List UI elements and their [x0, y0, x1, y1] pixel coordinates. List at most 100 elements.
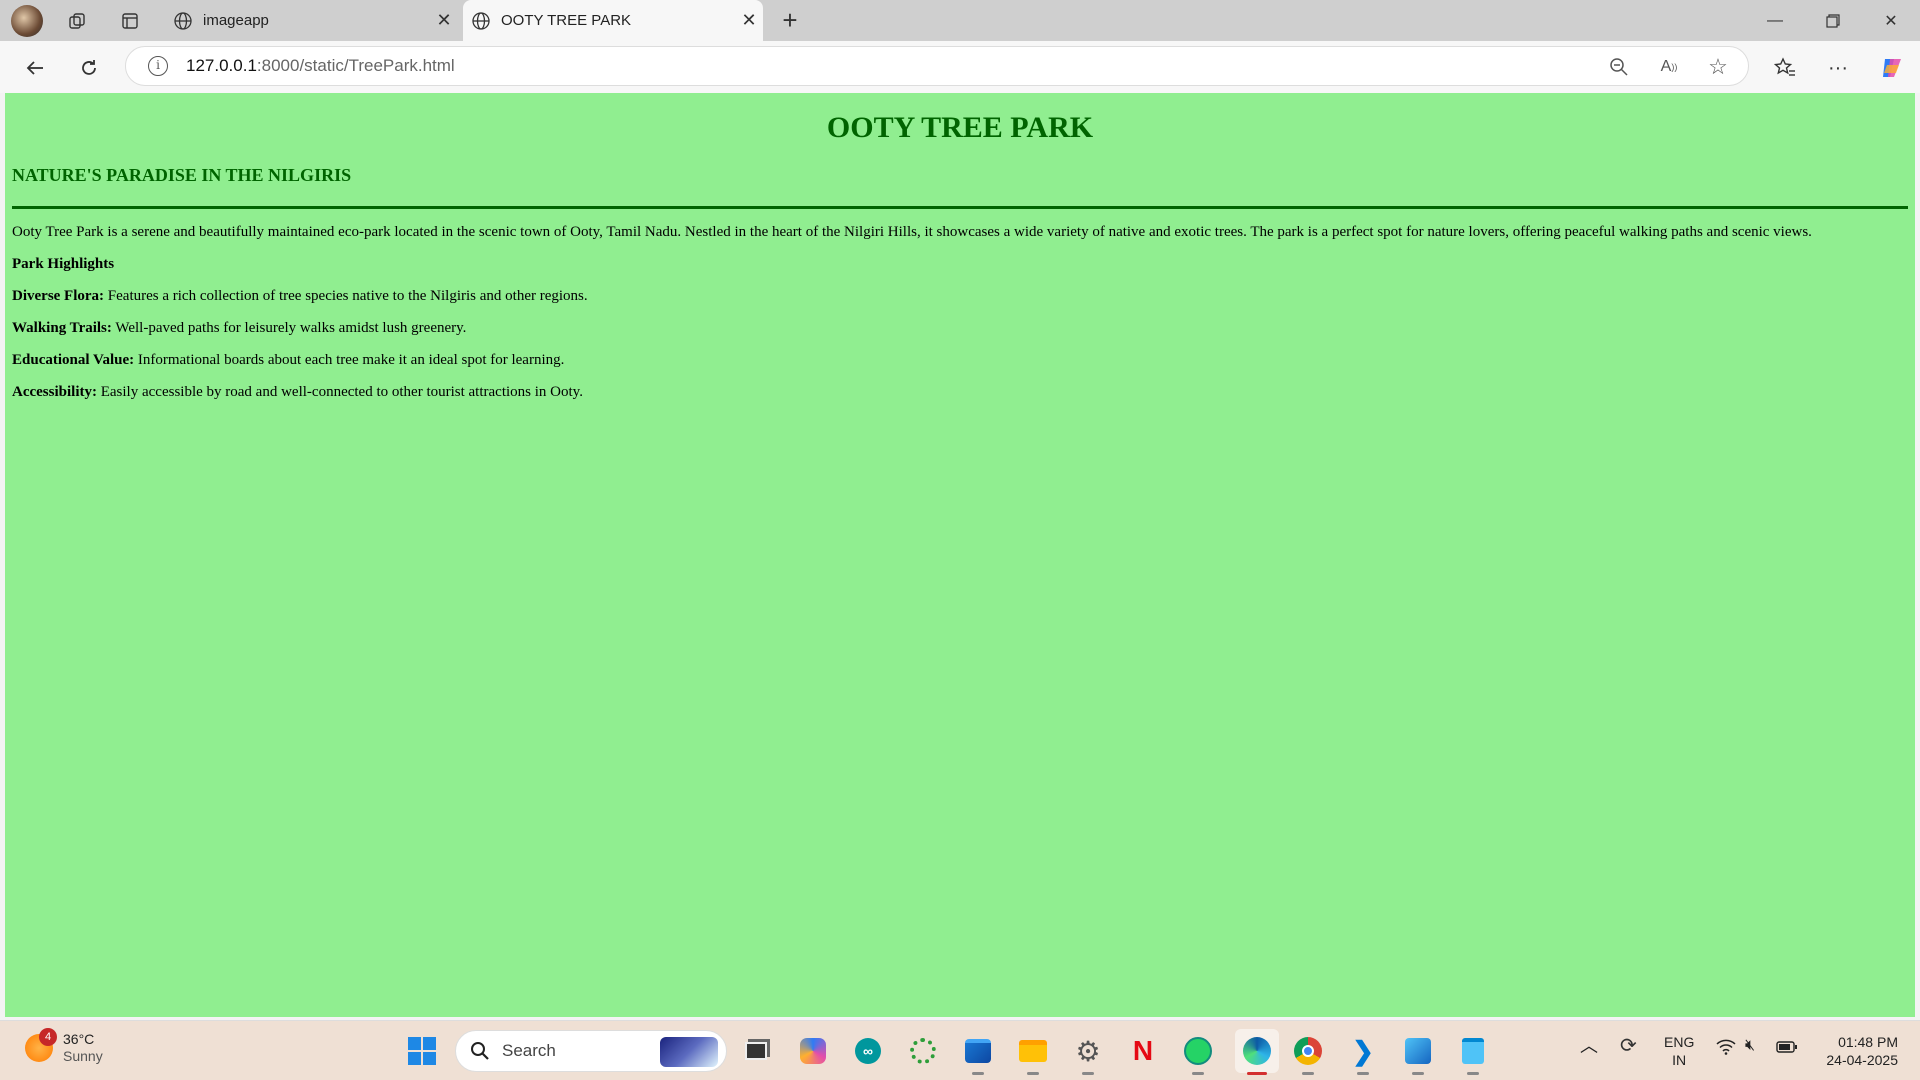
- running-indicator: [1192, 1072, 1204, 1075]
- page-subtitle: NATURE'S PARADISE IN THE NILGIRIS: [12, 165, 352, 185]
- paint-app[interactable]: [1400, 1033, 1436, 1075]
- clock-date: 24-04-2025: [1826, 1052, 1898, 1068]
- vscode-app[interactable]: ❯: [1345, 1033, 1381, 1075]
- url-field[interactable]: i 127.0.0.1:8000/static/TreePark.html A)…: [125, 46, 1749, 86]
- globe-icon: [472, 11, 490, 30]
- highlights-heading: Park Highlights: [12, 255, 1908, 273]
- workspaces-icon[interactable]: [62, 6, 92, 36]
- gear-icon: ⚙: [1075, 1035, 1101, 1067]
- search-highlight-image: [660, 1037, 718, 1067]
- copilot-button[interactable]: [1877, 53, 1907, 83]
- highlight-label: Diverse Flora:: [12, 288, 105, 304]
- address-bar-row: i 127.0.0.1:8000/static/TreePark.html A)…: [0, 41, 1920, 93]
- show-hidden-icons-button[interactable]: ︿: [1580, 1037, 1598, 1055]
- running-indicator: [1027, 1072, 1039, 1075]
- notepad-app[interactable]: [1455, 1033, 1491, 1075]
- globe-icon: [174, 11, 192, 30]
- running-indicator: [1467, 1072, 1479, 1075]
- web-page: OOTY TREE PARK NATURE'S PARADISE IN THE …: [5, 93, 1915, 1017]
- intro-paragraph: Ooty Tree Park is a serene and beautiful…: [12, 224, 1812, 240]
- taskbar-search[interactable]: Search: [455, 1030, 727, 1072]
- whatsapp-app[interactable]: [1180, 1033, 1216, 1075]
- loader-app[interactable]: [905, 1033, 941, 1069]
- highlight-label: Walking Trails:: [12, 320, 112, 336]
- highlights-heading-text: Park Highlights: [12, 256, 115, 272]
- url-text[interactable]: 127.0.0.1:8000/static/TreePark.html: [186, 56, 455, 76]
- more-options-button[interactable]: ···: [1823, 53, 1853, 83]
- clock-time: 01:48 PM: [1838, 1034, 1898, 1050]
- folder-icon: [1019, 1040, 1047, 1062]
- zoom-out-icon[interactable]: [1607, 55, 1631, 79]
- copilot-icon: [800, 1038, 826, 1064]
- battery-icon[interactable]: [1776, 1040, 1798, 1058]
- netflix-app[interactable]: N: [1125, 1033, 1161, 1069]
- edge-app[interactable]: [1235, 1029, 1279, 1075]
- vscode-icon: ❯: [1352, 1035, 1374, 1066]
- taskbar: 4 36°C Sunny Search ∞ ⚙ N ❯ ︿ ⟳ ENG IN 🔇…: [0, 1020, 1920, 1080]
- url-path: :8000/static/TreePark.html: [256, 56, 455, 75]
- weather-condition: Sunny: [63, 1048, 103, 1064]
- arduino-app[interactable]: ∞: [850, 1033, 886, 1069]
- file-explorer-app[interactable]: [1015, 1033, 1051, 1075]
- tab-title: OOTY TREE PARK: [501, 12, 632, 29]
- running-indicator: [1302, 1072, 1314, 1075]
- divider: [12, 206, 1908, 209]
- region-code: IN: [1672, 1052, 1687, 1068]
- site-info-icon[interactable]: i: [148, 56, 168, 76]
- close-tab-icon[interactable]: ✕: [430, 10, 458, 31]
- chrome-app[interactable]: [1290, 1033, 1326, 1075]
- notification-badge: 4: [39, 1028, 57, 1046]
- highlight-item: Educational Value: Informational boards …: [12, 351, 1908, 369]
- tab-actions-icon[interactable]: [115, 6, 145, 36]
- paint-icon: [1405, 1038, 1431, 1064]
- chrome-icon: [1294, 1037, 1322, 1065]
- windows-logo-icon: [408, 1037, 436, 1065]
- new-tab-button[interactable]: +: [775, 6, 805, 36]
- favorites-button[interactable]: [1770, 53, 1800, 83]
- highlight-label: Educational Value:: [12, 352, 135, 368]
- minimize-button[interactable]: —: [1747, 0, 1803, 41]
- restore-button[interactable]: [1805, 0, 1861, 41]
- netflix-icon: N: [1132, 1035, 1154, 1066]
- browser-title-bar: imageapp ✕ OOTY TREE PARK ✕ + — ✕: [0, 0, 1920, 41]
- arduino-icon: ∞: [855, 1038, 881, 1064]
- running-indicator: [1412, 1072, 1424, 1075]
- sync-icon[interactable]: ⟳: [1620, 1036, 1637, 1056]
- close-window-button[interactable]: ✕: [1863, 0, 1919, 41]
- copilot-app[interactable]: [795, 1033, 831, 1069]
- tab-ooty-tree-park[interactable]: OOTY TREE PARK ✕: [463, 0, 763, 41]
- store-app[interactable]: [960, 1033, 996, 1075]
- clock[interactable]: 01:48 PM 24-04-2025: [1818, 1033, 1898, 1069]
- notepad-icon: [1462, 1038, 1484, 1064]
- highlight-text: Informational boards about each tree mak…: [134, 352, 565, 368]
- wifi-icon[interactable]: [1716, 1039, 1736, 1059]
- profile-avatar[interactable]: [11, 4, 43, 37]
- whatsapp-icon: [1184, 1037, 1212, 1065]
- weather-temp: 36°C: [63, 1031, 95, 1047]
- read-aloud-icon[interactable]: A)): [1657, 55, 1681, 79]
- task-view-app[interactable]: [738, 1033, 774, 1069]
- close-tab-icon[interactable]: ✕: [735, 10, 763, 31]
- page-title: OOTY TREE PARK: [826, 111, 1094, 144]
- running-indicator: [972, 1072, 984, 1075]
- edge-icon: [1243, 1037, 1271, 1065]
- tab-imageapp[interactable]: imageapp ✕: [165, 0, 458, 41]
- start-button[interactable]: [404, 1033, 440, 1069]
- back-button[interactable]: [20, 53, 50, 83]
- running-indicator: [1082, 1072, 1094, 1075]
- weather-widget[interactable]: 4 36°C Sunny: [25, 1028, 103, 1065]
- settings-app[interactable]: ⚙: [1070, 1033, 1106, 1075]
- refresh-button[interactable]: [74, 53, 104, 83]
- favorite-star-icon[interactable]: ☆: [1706, 54, 1730, 79]
- highlight-text: Easily accessible by road and well-conne…: [96, 384, 583, 400]
- running-indicator: [1357, 1072, 1369, 1075]
- language-code: ENG: [1664, 1034, 1695, 1050]
- tab-title: imageapp: [203, 12, 269, 29]
- language-indicator[interactable]: ENG IN: [1664, 1033, 1694, 1069]
- copilot-icon: [1883, 59, 1901, 77]
- volume-muted-icon[interactable]: 🔇︎: [1745, 1037, 1755, 1055]
- highlight-item: Diverse Flora: Features a rich collectio…: [12, 287, 1908, 305]
- active-indicator: [1247, 1072, 1267, 1075]
- url-host: 127.0.0.1: [186, 56, 257, 75]
- refresh-icon: [82, 60, 96, 75]
